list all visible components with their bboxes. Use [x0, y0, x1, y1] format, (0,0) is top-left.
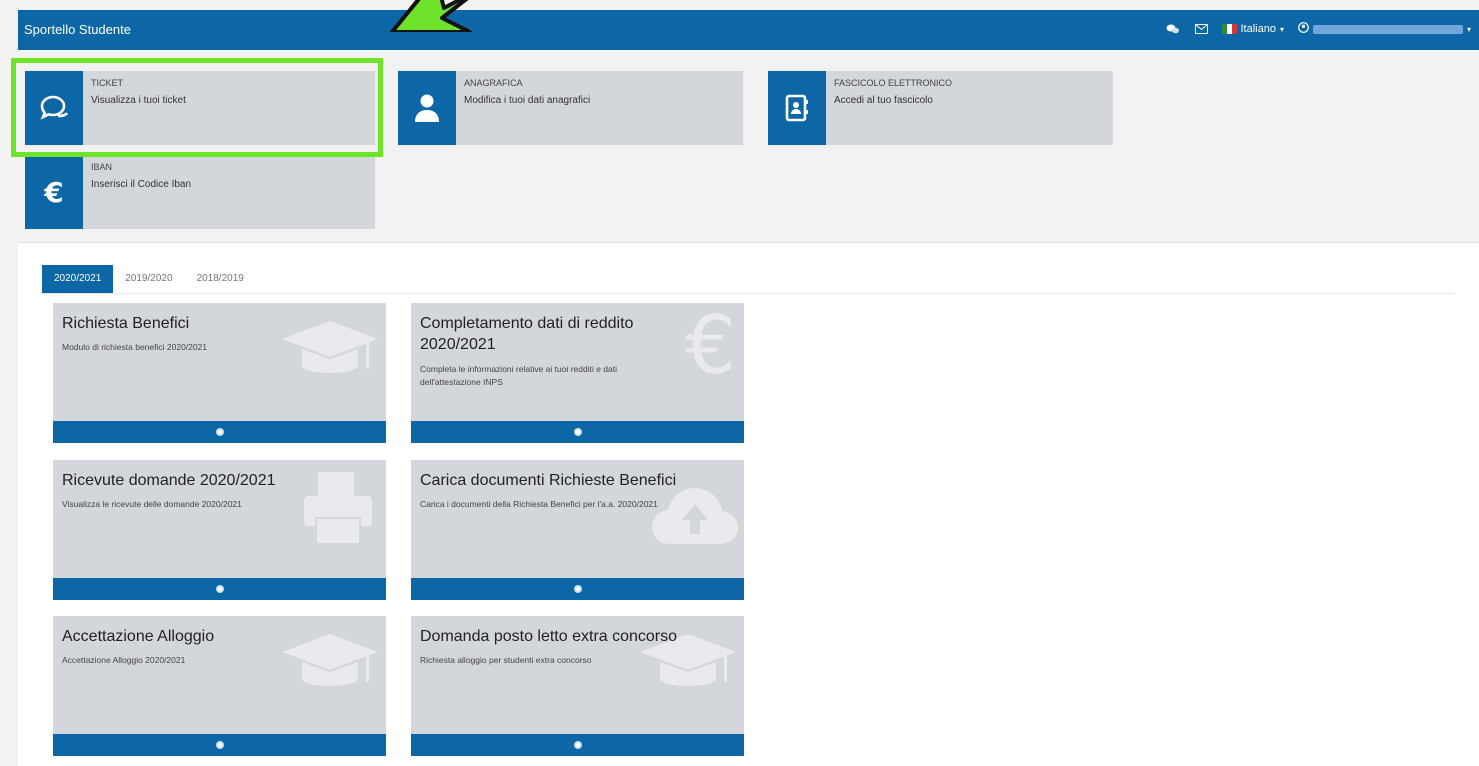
language-selector[interactable]: Italiano ▾	[1222, 23, 1284, 35]
main-panel: 2020/2021 2019/2020 2018/2019 Richiesta …	[18, 242, 1479, 766]
card-open-button[interactable]	[53, 421, 386, 443]
card-posto-letto-extra: Domanda posto letto extra concorso Richi…	[411, 616, 744, 756]
arrow-circle-icon	[573, 428, 582, 436]
card-title: Carica documenti Richieste Benefici	[420, 472, 677, 489]
card-open-button[interactable]	[411, 421, 744, 443]
card-open-button[interactable]	[53, 578, 386, 600]
card-ricevute-domande: Ricevute domande 2020/2021 Visualizza le…	[53, 460, 386, 600]
user-icon	[398, 71, 456, 145]
tab-divider	[42, 293, 1454, 294]
card-title: Accettazione Alloggio	[62, 628, 215, 645]
mail-icon[interactable]	[1194, 22, 1208, 36]
card-title: Ricevute domande 2020/2021	[62, 472, 276, 489]
chevron-down-icon: ▾	[1279, 24, 1284, 34]
card-open-button[interactable]	[411, 734, 744, 756]
card-desc: Richiesta alloggio per studenti extra co…	[420, 655, 592, 665]
year-tabs: 2020/2021 2019/2020 2018/2019	[42, 265, 256, 293]
navbar-right: Italiano ▾ ▾	[1166, 22, 1471, 36]
card-title: Richiesta Benefici	[62, 315, 190, 332]
app-brand[interactable]: Sportello Studente	[24, 22, 131, 37]
annotation-arrow	[390, 0, 472, 32]
arrow-circle-icon	[573, 585, 582, 593]
address-book-icon	[768, 71, 826, 145]
italy-flag-icon	[1222, 24, 1237, 34]
card-title: Domanda posto letto extra concorso	[420, 628, 678, 645]
card-desc: Modulo di richiesta benefici 2020/2021	[62, 342, 208, 352]
shortcut-fascicolo[interactable]: FASCICOLO ELETTRONICO Accedi al tuo fasc…	[768, 71, 1113, 145]
arrow-circle-icon	[573, 741, 582, 749]
card-desc: Accettazione Alloggio 2020/2021	[62, 655, 186, 665]
shortcut-anagrafica[interactable]: ANAGRAFICA Modifica i tuoi dati anagrafi…	[398, 71, 743, 145]
card-desc: Carica i documenti della Richiesta Benef…	[420, 499, 658, 509]
shortcut-title: FASCICOLO ELETTRONICO	[834, 78, 953, 88]
card-desc: Completa le informazioni relative ai tuo…	[420, 364, 618, 387]
user-icon	[1298, 22, 1309, 36]
shortcut-desc: Modifica i tuoi dati anagrafici	[464, 95, 591, 106]
card-open-button[interactable]	[53, 734, 386, 756]
card-open-button[interactable]	[411, 578, 744, 600]
card-richiesta-benefici: Richiesta Benefici Modulo di richiesta b…	[53, 303, 386, 443]
chat-icon[interactable]	[1166, 22, 1180, 36]
euro-icon: €	[685, 303, 736, 392]
card-title: Completamento dati di reddito 2020/2021	[420, 315, 634, 353]
annotation-highlight	[11, 58, 383, 157]
shortcut-title: ANAGRAFICA	[464, 78, 523, 88]
arrow-circle-icon	[215, 741, 224, 749]
tab-2020-2021[interactable]: 2020/2021	[42, 265, 114, 293]
chevron-down-icon: ▾	[1466, 24, 1471, 34]
shortcut-desc: Accedi al tuo fascicolo	[834, 95, 933, 106]
card-accettazione-alloggio: Accettazione Alloggio Accettazione Allog…	[53, 616, 386, 756]
top-navbar: Sportello Studente Italiano ▾ ▾	[18, 10, 1479, 50]
card-carica-documenti: Carica documenti Richieste Benefici Cari…	[411, 460, 744, 600]
user-menu[interactable]: ▾	[1298, 22, 1471, 36]
tab-2018-2019[interactable]: 2018/2019	[185, 265, 256, 293]
card-desc: Visualizza le ricevute delle domande 202…	[62, 499, 242, 509]
username-redacted	[1312, 24, 1463, 34]
shortcut-desc: Inserisci il Codice Iban	[91, 179, 192, 190]
shortcut-title: IBAN	[91, 162, 113, 172]
language-label: Italiano	[1240, 23, 1276, 35]
arrow-circle-icon	[215, 585, 224, 593]
arrow-circle-icon	[215, 428, 224, 436]
tab-2019-2020[interactable]: 2019/2020	[113, 265, 184, 293]
euro-icon: €	[25, 155, 83, 229]
card-completamento-reddito: € Completamento dati di reddito 2020/202…	[411, 303, 744, 443]
shortcut-iban[interactable]: € IBAN Inserisci il Codice Iban	[25, 155, 375, 229]
